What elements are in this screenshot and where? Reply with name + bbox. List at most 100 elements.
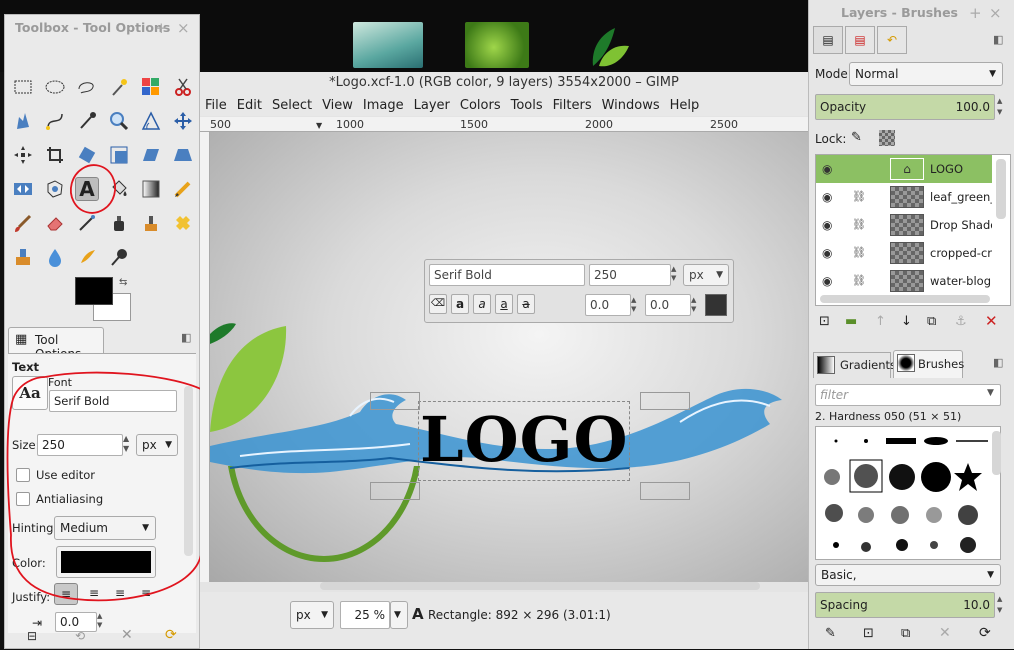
tab-menu-icon[interactable]: ◧ — [993, 33, 1003, 46]
baseline-input[interactable]: 0.0 — [585, 294, 631, 316]
toolbar-size-spin-icon[interactable]: ▲ ▼ — [671, 265, 676, 283]
opacity-spin-icon[interactable]: ▲ ▼ — [997, 96, 1002, 118]
spacing-spin-icon[interactable]: ▲ ▼ — [997, 594, 1002, 616]
layer-row[interactable]: ◉ ⛓ Drop Shadow — [816, 211, 992, 239]
water-thumbnail[interactable] — [353, 22, 423, 68]
layer-thumbnail — [890, 186, 924, 208]
brush-set-select[interactable]: Basic, ▼ — [815, 564, 1001, 586]
clear-style-icon[interactable]: ⌫ — [429, 294, 447, 314]
italic-icon[interactable]: a — [473, 294, 491, 314]
lock-alpha-icon[interactable] — [879, 130, 895, 146]
menu-layer[interactable]: Layer — [409, 98, 455, 113]
pin-icon[interactable]: + — [969, 0, 982, 26]
close-icon[interactable]: × — [989, 0, 1002, 26]
menu-image[interactable]: Image — [358, 98, 409, 113]
layers-horizontal-scrollbar[interactable] — [820, 295, 990, 303]
eye-icon[interactable]: ◉ — [822, 211, 832, 239]
menu-file[interactable]: File — [200, 98, 232, 113]
refresh-brushes-icon[interactable]: ⟳ — [979, 625, 991, 641]
raise-layer-icon[interactable]: ↑ — [875, 314, 886, 329]
chain-icon[interactable]: ⛓ — [852, 183, 866, 211]
restore-options-icon[interactable]: ⟲ — [75, 629, 85, 643]
tab-layers[interactable]: ▤ — [813, 26, 843, 54]
new-layer-group-icon[interactable]: ▬ — [845, 314, 857, 329]
zoom-dropdown-icon[interactable]: ▼ — [390, 601, 408, 629]
tab-channels[interactable]: ▤ — [845, 26, 875, 54]
vertical-ruler[interactable] — [200, 132, 210, 582]
kerning-spin-icon[interactable]: ▲ ▼ — [691, 296, 696, 314]
opacity-slider[interactable]: Opacity 100.0 — [815, 94, 995, 120]
toolbar-font-field[interactable]: Serif Bold — [429, 264, 585, 286]
mode-select[interactable]: Normal ▼ — [849, 62, 1003, 86]
delete-layer-icon[interactable]: ✕ — [985, 312, 998, 330]
eye-icon[interactable]: ◉ — [822, 239, 832, 267]
tab-gradients[interactable]: Gradients — [813, 352, 896, 378]
layer-row[interactable]: ◉ ⌂ LOGO — [816, 155, 992, 183]
chain-icon[interactable]: ⛓ — [852, 267, 866, 295]
mode-label: Mode: — [815, 67, 852, 81]
duplicate-layer-icon[interactable]: ⧉ — [927, 314, 936, 329]
unit-select[interactable]: px ▼ — [290, 601, 334, 629]
dock-title-text: Layers - Brushes — [841, 5, 958, 20]
new-brush-icon[interactable]: ⊡ — [863, 626, 874, 641]
eye-icon[interactable]: ◉ — [822, 267, 832, 295]
menu-tools[interactable]: Tools — [506, 98, 548, 113]
menu-windows[interactable]: Windows — [597, 98, 665, 113]
brush-filter-input[interactable]: filter — [815, 384, 1001, 406]
layer-name: LOGO — [930, 162, 964, 176]
tab-undo-history[interactable]: ↶ — [877, 26, 907, 54]
layers-stack-icon: ▤ — [822, 33, 834, 47]
toolbar-size-input[interactable]: 250 — [589, 264, 671, 286]
horizontal-ruler[interactable]: 500 1000 1500 2000 2500 ▼ — [200, 117, 808, 132]
baseline-spin-icon[interactable]: ▲ ▼ — [631, 296, 636, 314]
chain-icon[interactable]: ⛓ — [852, 239, 866, 267]
menu-colors[interactable]: Colors — [455, 98, 506, 113]
image-canvas[interactable]: LOGO Serif Bold 250 ▲ ▼ px ▼ ⌫ a a a a 0.0… — [210, 132, 808, 582]
canvas-horizontal-scrollbar[interactable] — [320, 582, 760, 590]
lower-layer-icon[interactable]: ↓ — [901, 314, 912, 329]
eye-icon[interactable]: ◉ — [822, 155, 832, 183]
new-layer-icon[interactable]: ⊡ — [819, 314, 830, 329]
menu-view[interactable]: View — [317, 98, 358, 113]
toolbox-panel: Toolbox - Tool Options + × A ⇆ ▦ Tool ◧ … — [4, 14, 201, 649]
anchor-layer-icon[interactable]: ⚓ — [955, 314, 967, 329]
edit-brush-icon[interactable]: ✎ — [825, 626, 836, 641]
foreground-color-swatch[interactable] — [75, 277, 113, 305]
resize-handle-top-right[interactable] — [640, 392, 690, 410]
menu-filters[interactable]: Filters — [548, 98, 597, 113]
menu-help[interactable]: Help — [665, 98, 705, 113]
resize-handle-bottom-left[interactable] — [370, 482, 420, 500]
logo-text[interactable]: LOGO — [420, 400, 629, 480]
eye-icon[interactable]: ◉ — [822, 183, 832, 211]
delete-options-icon[interactable]: ✕ — [121, 627, 133, 643]
underline-icon[interactable]: a — [495, 294, 513, 314]
delete-brush-icon[interactable]: ✕ — [939, 625, 951, 641]
tab-menu-icon[interactable]: ◧ — [993, 356, 1003, 369]
chevron-down-icon[interactable]: ▼ — [987, 388, 994, 398]
layer-row[interactable]: ◉ ⛓ water-blog.jp — [816, 267, 992, 295]
spacing-slider[interactable]: Spacing 10.0 — [815, 592, 995, 618]
resize-handle-top-left[interactable] — [370, 392, 420, 410]
reset-options-icon[interactable]: ⟳ — [165, 627, 177, 643]
leaf-thumbnail[interactable] — [465, 22, 529, 68]
save-options-icon[interactable]: ⊟ — [27, 629, 37, 643]
bold-icon[interactable]: a — [451, 294, 469, 314]
kerning-input[interactable]: 0.0 — [645, 294, 691, 316]
toolbar-color-swatch[interactable] — [705, 294, 727, 316]
strikethrough-icon[interactable]: a — [517, 294, 535, 314]
menu-edit[interactable]: Edit — [232, 98, 267, 113]
brush-scrollbar[interactable] — [992, 431, 1001, 475]
leaf-logo-thumbnail[interactable] — [585, 22, 633, 68]
resize-handle-bottom-right[interactable] — [640, 482, 690, 500]
zoom-input[interactable]: 25 % — [340, 601, 390, 629]
layer-row[interactable]: ◉ ⛓ leaf_green_d — [816, 183, 992, 211]
layers-scrollbar[interactable] — [996, 159, 1006, 219]
duplicate-brush-icon[interactable]: ⧉ — [901, 626, 910, 641]
layer-row[interactable]: ◉ ⛓ cropped-crop — [816, 239, 992, 267]
chain-icon[interactable]: ⛓ — [852, 211, 866, 239]
tab-brushes[interactable]: Brushes — [893, 350, 964, 378]
toolbar-unit-select[interactable]: px ▼ — [683, 264, 729, 286]
lock-pixels-icon[interactable]: ✎ — [851, 130, 862, 145]
menu-select[interactable]: Select — [267, 98, 317, 113]
undo-history-icon: ↶ — [886, 33, 898, 47]
